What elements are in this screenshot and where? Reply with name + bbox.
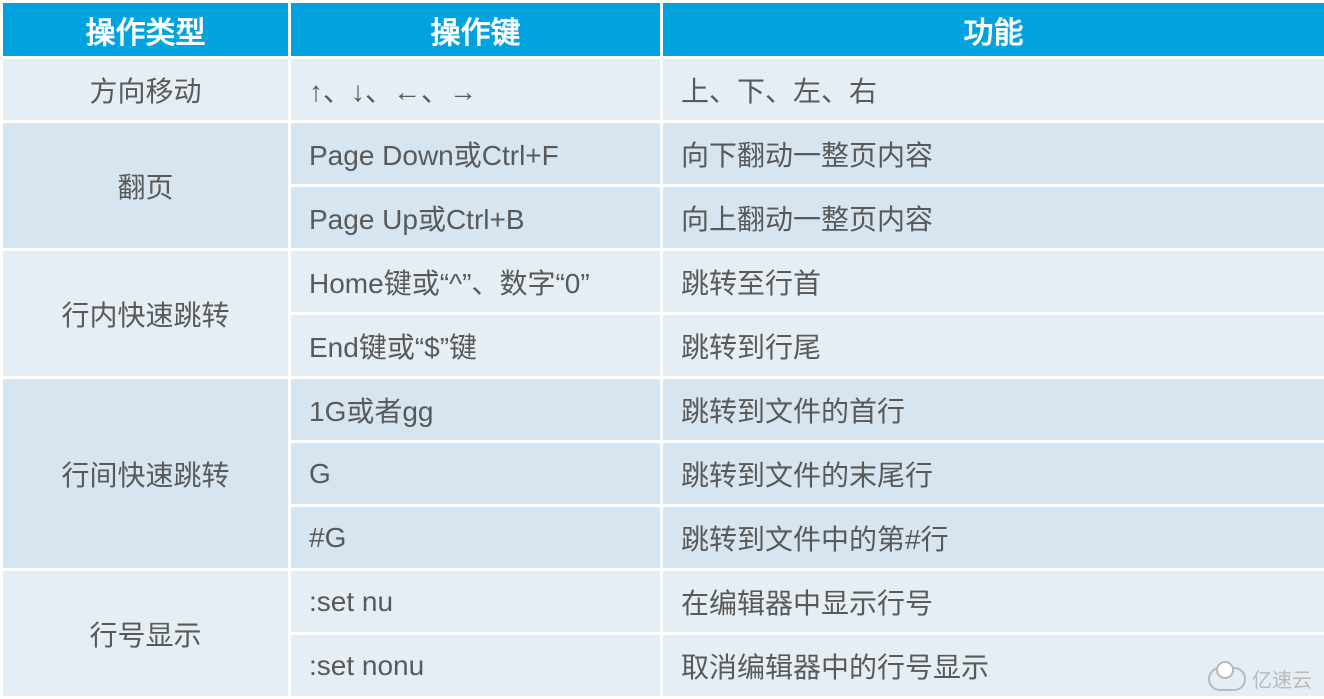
cell-key: Page Up或Ctrl+B	[290, 186, 662, 250]
cell-func: 跳转到文件的首行	[662, 378, 1324, 442]
cell-func: 取消编辑器中的行号显示	[662, 634, 1324, 698]
cell-key: :set nu	[290, 570, 662, 634]
cell-key: :set nonu	[290, 634, 662, 698]
cell-func: 向下翻动一整页内容	[662, 122, 1324, 186]
cell-func: 上、下、左、右	[662, 58, 1324, 122]
cell-type: 行间快速跳转	[2, 378, 290, 570]
table-header-row: 操作类型 操作键 功能	[2, 2, 1324, 58]
col-header-func: 功能	[662, 2, 1324, 58]
cell-type: 行号显示	[2, 570, 290, 698]
cell-func: 跳转至行首	[662, 250, 1324, 314]
table-row: 方向移动↑、↓、←、→上、下、左、右	[2, 58, 1324, 122]
cell-func: 向上翻动一整页内容	[662, 186, 1324, 250]
cell-key: #G	[290, 506, 662, 570]
cell-key: Page Down或Ctrl+F	[290, 122, 662, 186]
cell-key: Home键或“^”、数字“0”	[290, 250, 662, 314]
cell-func: 跳转到行尾	[662, 314, 1324, 378]
cell-type: 行内快速跳转	[2, 250, 290, 378]
cell-func: 在编辑器中显示行号	[662, 570, 1324, 634]
table-row: 行内快速跳转Home键或“^”、数字“0”跳转至行首	[2, 250, 1324, 314]
cell-key: G	[290, 442, 662, 506]
cell-type: 翻页	[2, 122, 290, 250]
cell-key: ↑、↓、←、→	[290, 58, 662, 122]
cell-key: End键或“$”键	[290, 314, 662, 378]
shortcut-table: 操作类型 操作键 功能 方向移动↑、↓、←、→上、下、左、右翻页Page Dow…	[0, 0, 1324, 699]
col-header-key: 操作键	[290, 2, 662, 58]
cell-key: 1G或者gg	[290, 378, 662, 442]
table-row: 翻页Page Down或Ctrl+F向下翻动一整页内容	[2, 122, 1324, 186]
table-body: 方向移动↑、↓、←、→上、下、左、右翻页Page Down或Ctrl+F向下翻动…	[2, 58, 1324, 698]
table-row: 行号显示:set nu在编辑器中显示行号	[2, 570, 1324, 634]
col-header-type: 操作类型	[2, 2, 290, 58]
cell-func: 跳转到文件的末尾行	[662, 442, 1324, 506]
cell-type: 方向移动	[2, 58, 290, 122]
cell-func: 跳转到文件中的第#行	[662, 506, 1324, 570]
table-row: 行间快速跳转1G或者gg跳转到文件的首行	[2, 378, 1324, 442]
